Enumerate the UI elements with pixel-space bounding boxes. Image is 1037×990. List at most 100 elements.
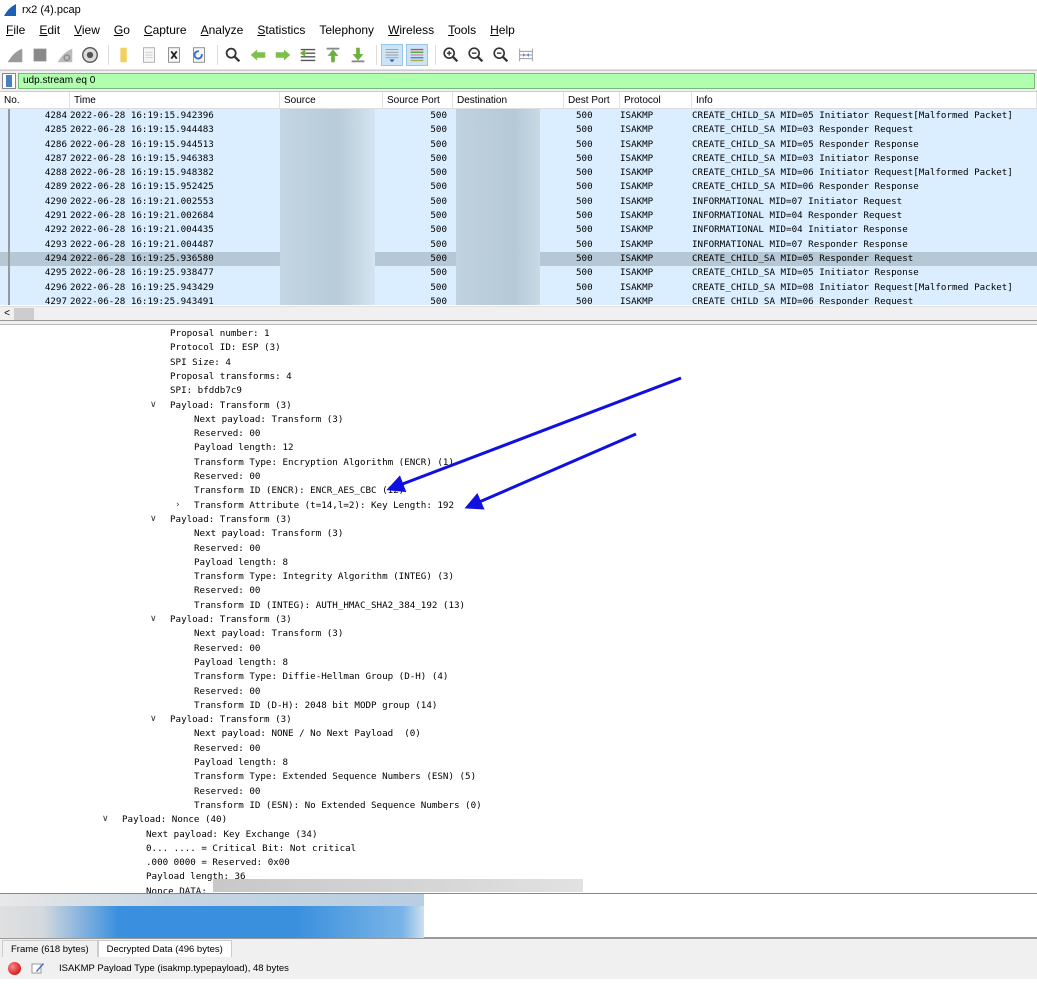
go-to-packet-button[interactable] (297, 44, 319, 66)
detail-tree-item[interactable]: Payload: Nonce (40) (122, 813, 227, 827)
save-file-button[interactable] (138, 44, 160, 66)
column-header-dest-port[interactable]: Dest Port (564, 92, 620, 108)
reload-file-button[interactable] (188, 44, 210, 66)
detail-tree-item[interactable]: Transform Type: Integrity Algorithm (INT… (194, 570, 454, 584)
detail-tree-item[interactable]: Transform ID (ESN): No Extended Sequence… (194, 799, 482, 813)
expert-info-icon[interactable] (8, 961, 21, 975)
detail-tree-item[interactable]: .000 0000 = Reserved: 0x00 (146, 856, 290, 870)
column-header-no[interactable]: No. (0, 92, 70, 108)
scroll-thumb[interactable] (14, 307, 34, 320)
menu-statistics[interactable]: Statistics (257, 23, 305, 37)
menu-view[interactable]: View (74, 23, 100, 37)
detail-tree-item[interactable]: Next payload: Transform (3) (194, 527, 343, 541)
detail-tree-item[interactable]: Transform Type: Encryption Algorithm (EN… (194, 456, 454, 470)
column-header-info[interactable]: Info (692, 92, 1037, 108)
detail-tree-item[interactable]: Payload length: 8 (194, 756, 288, 770)
menu-tools[interactable]: Tools (448, 23, 476, 37)
expand-chevron-icon[interactable]: ∨ (102, 814, 109, 824)
display-filter-input[interactable]: udp.stream eq 0 (18, 73, 1035, 89)
column-header-protocol[interactable]: Protocol (620, 92, 692, 108)
packet-dest-port: 500 (576, 195, 593, 207)
detail-tree-item[interactable]: Payload length: 12 (194, 441, 294, 455)
detail-tree-item[interactable]: Next payload: Transform (3) (194, 413, 343, 427)
redacted-bytes (0, 894, 424, 938)
detail-tree-item[interactable]: Payload length: 8 (194, 656, 288, 670)
go-first-button[interactable] (322, 44, 344, 66)
go-back-button[interactable] (247, 44, 269, 66)
start-capture-button[interactable] (4, 44, 26, 66)
packet-protocol: ISAKMP (620, 238, 654, 250)
colorize-button[interactable] (406, 43, 428, 66)
open-file-button[interactable] (113, 44, 135, 66)
detail-tree-item[interactable]: Reserved: 00 (194, 584, 260, 598)
detail-tree-item[interactable]: Reserved: 00 (194, 685, 260, 699)
restart-capture-button[interactable] (54, 44, 76, 66)
detail-tree-item[interactable]: Next payload: Transform (3) (194, 627, 343, 641)
go-last-button[interactable] (347, 44, 369, 66)
go-forward-button[interactable] (272, 44, 294, 66)
edit-comment-icon[interactable] (31, 962, 45, 974)
column-header-destination[interactable]: Destination (453, 92, 564, 108)
menu-go[interactable]: Go (114, 23, 130, 37)
detail-tree-item[interactable]: Reserved: 00 (194, 470, 260, 484)
detail-tree-item[interactable]: Reserved: 00 (194, 542, 260, 556)
packet-time: 2022-06-28 16:19:15.942396 (70, 110, 214, 121)
packet-time: 2022-06-28 16:19:15.944483 (70, 124, 214, 136)
bytes-tab-frame[interactable]: Frame (618 bytes) (2, 940, 98, 957)
find-packet-button[interactable] (222, 44, 244, 66)
detail-tree-item[interactable]: Next payload: NONE / No Next Payload (0) (194, 727, 421, 741)
detail-tree-item[interactable]: Next payload: Key Exchange (34) (146, 828, 317, 842)
column-header-source[interactable]: Source (280, 92, 383, 108)
detail-tree-item[interactable]: Transform Type: Extended Sequence Number… (194, 770, 476, 784)
menu-help[interactable]: Help (490, 23, 515, 37)
close-file-button[interactable] (163, 44, 185, 66)
packet-list-hscrollbar[interactable]: < (0, 306, 1037, 320)
detail-tree-item[interactable]: Payload: Transform (3) (170, 399, 292, 413)
detail-tree-item[interactable]: Payload: Transform (3) (170, 613, 292, 627)
detail-tree-item[interactable]: SPI Size: 4 (170, 356, 231, 370)
detail-tree-item[interactable]: Reserved: 00 (194, 642, 260, 656)
expand-chevron-icon[interactable]: ∨ (150, 400, 157, 410)
go-last-icon (351, 47, 365, 62)
detail-tree-item[interactable]: Transform Type: Diffie-Hellman Group (D-… (194, 670, 448, 684)
detail-tree-item[interactable]: Transform ID (ENCR): ENCR_AES_CBC (12) (194, 484, 404, 498)
zoom-in-button[interactable] (440, 44, 462, 66)
capture-options-button[interactable] (79, 44, 101, 66)
menu-edit[interactable]: Edit (39, 23, 60, 37)
expand-chevron-icon[interactable]: ∨ (150, 714, 157, 724)
scroll-left-icon[interactable]: < (0, 308, 14, 319)
menu-capture[interactable]: Capture (144, 23, 187, 37)
stop-capture-button[interactable] (29, 44, 51, 66)
collapse-chevron-icon[interactable]: › (176, 500, 180, 510)
detail-tree-item[interactable]: Proposal transforms: 4 (170, 370, 292, 384)
column-header-source-port[interactable]: Source Port (383, 92, 453, 108)
detail-tree-item[interactable]: Protocol ID: ESP (3) (170, 341, 281, 355)
autoscroll-button[interactable] (381, 43, 403, 66)
detail-tree-item[interactable]: Reserved: 00 (194, 427, 260, 441)
packet-number: 4287 (8, 151, 70, 167)
detail-tree-item[interactable]: SPI: bfddb7c9 (170, 384, 242, 398)
expand-chevron-icon[interactable]: ∨ (150, 614, 157, 624)
detail-tree-item[interactable]: Reserved: 00 (194, 785, 260, 799)
expand-chevron-icon[interactable]: ∨ (150, 514, 157, 524)
menu-wireless[interactable]: Wireless (388, 23, 434, 37)
detail-tree-item[interactable]: Reserved: 00 (194, 742, 260, 756)
menu-analyze[interactable]: Analyze (201, 23, 244, 37)
detail-tree-item[interactable]: Nonce DATA: (146, 885, 207, 893)
menu-file[interactable]: File (6, 23, 25, 37)
zoom-out-button[interactable] (465, 44, 487, 66)
detail-tree-item[interactable]: Payload: Transform (3) (170, 513, 292, 527)
bytes-tab-decrypted-data[interactable]: Decrypted Data (496 bytes) (97, 940, 232, 957)
bookmark-filter-icon[interactable] (2, 73, 16, 89)
detail-tree-item[interactable]: Payload: Transform (3) (170, 713, 292, 727)
menu-telephony[interactable]: Telephony (319, 23, 374, 37)
detail-tree-item[interactable]: Payload length: 8 (194, 556, 288, 570)
detail-tree-item[interactable]: Proposal number: 1 (170, 327, 270, 341)
detail-tree-item[interactable]: Transform Attribute (t=14,l=2): Key Leng… (194, 499, 454, 513)
detail-tree-item[interactable]: Transform ID (D-H): 2048 bit MODP group … (194, 699, 437, 713)
detail-tree-item[interactable]: Transform ID (INTEG): AUTH_HMAC_SHA2_384… (194, 599, 465, 613)
normal-size-button[interactable] (490, 44, 512, 66)
resize-columns-button[interactable] (515, 44, 537, 66)
detail-tree-item[interactable]: 0... .... = Critical Bit: Not critical (146, 842, 356, 856)
column-header-time[interactable]: Time (70, 92, 280, 108)
